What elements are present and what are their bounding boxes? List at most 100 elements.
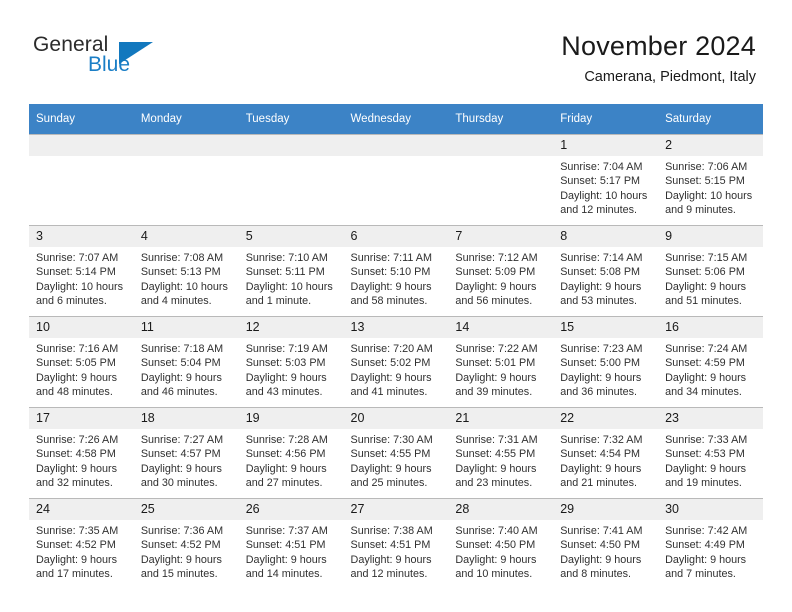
calendar-day-cell[interactable]: 16 Sunrise: 7:24 AM Sunset: 4:59 PM Dayligh…	[658, 316, 763, 408]
day-number: 8	[553, 226, 659, 247]
calendar-cell-inner: 1 Sunrise: 7:04 AM Sunset: 5:17 PM Daylight…	[553, 135, 659, 225]
sunrise-text: Sunrise: 7:04 AM	[560, 161, 643, 173]
calendar-day-cell[interactable]: 19 Sunrise: 7:28 AM Sunset: 4:56 PM Dayligh…	[238, 407, 344, 499]
day-number: 15	[553, 317, 659, 338]
calendar-day-cell[interactable]: 24 Sunrise: 7:35 AM Sunset: 4:52 PM Dayligh…	[29, 498, 134, 589]
sunset-text: Sunset: 4:51 PM	[350, 539, 431, 552]
calendar-day-cell[interactable]: 26 Sunrise: 7:37 AM Sunset: 4:51 PM Dayligh…	[238, 498, 344, 589]
title-block: November 2024 Camerana, Piedmont, Italy	[561, 30, 756, 87]
day-number: 29	[553, 499, 659, 520]
sunrise-text: Sunrise: 7:12 AM	[455, 252, 538, 264]
day-number: 14	[448, 317, 554, 338]
brand-logo[interactable]: General Blue	[33, 34, 173, 84]
calendar-cell-inner: 17 Sunrise: 7:26 AM Sunset: 4:58 PM Dayligh…	[29, 408, 134, 498]
daylight-text-line2: and 34 minutes.	[665, 385, 742, 398]
calendar-day-cell[interactable]: 23 Sunrise: 7:33 AM Sunset: 4:53 PM Dayligh…	[658, 407, 763, 499]
daylight-text-line1: Daylight: 10 hours	[560, 189, 648, 202]
calendar-day-cell[interactable]: 3 Sunrise: 7:07 AM Sunset: 5:14 PM Daylight…	[29, 225, 134, 317]
day-details: Sunrise: 7:06 AM Sunset: 5:15 PM Daylight:…	[658, 156, 763, 217]
day-details: Sunrise: 7:07 AM Sunset: 5:14 PM Daylight:…	[29, 247, 134, 308]
sunrise-text: Sunrise: 7:38 AM	[350, 525, 433, 537]
calendar-cell-inner: 28 Sunrise: 7:40 AM Sunset: 4:50 PM Dayligh…	[448, 499, 554, 589]
sunset-text: Sunset: 4:58 PM	[36, 448, 116, 461]
sunrise-text: Sunrise: 7:42 AM	[665, 525, 748, 537]
calendar-day-cell[interactable]: 21 Sunrise: 7:31 AM Sunset: 4:55 PM Dayligh…	[448, 407, 554, 499]
daylight-text-line2: and 27 minutes.	[245, 476, 323, 489]
calendar-day-cell[interactable]: 29 Sunrise: 7:41 AM Sunset: 4:50 PM Dayligh…	[553, 498, 659, 589]
calendar-day-cell[interactable]: 6 Sunrise: 7:11 AM Sunset: 5:10 PM Daylight…	[343, 225, 449, 317]
daylight-text-line2: and 12 minutes.	[350, 567, 428, 580]
calendar-day-cell[interactable]: 28 Sunrise: 7:40 AM Sunset: 4:50 PM Dayligh…	[448, 498, 554, 589]
calendar-week-row: 1 Sunrise: 7:04 AM Sunset: 5:17 PM Daylight…	[29, 134, 763, 226]
sunrise-text: Sunrise: 7:18 AM	[140, 343, 224, 355]
calendar-day-cell[interactable]: 11 Sunrise: 7:18 AM Sunset: 5:04 PM Dayligh…	[133, 316, 239, 408]
sunset-text: Sunset: 4:55 PM	[350, 448, 431, 461]
calendar-cell-inner: 19 Sunrise: 7:28 AM Sunset: 4:56 PM Dayligh…	[238, 408, 344, 498]
sunset-text: Sunset: 4:59 PM	[665, 357, 745, 370]
daylight-text-line2: and 48 minutes.	[36, 385, 113, 398]
sunrise-text: Sunrise: 7:27 AM	[140, 434, 224, 446]
calendar-day-cell[interactable]: 7 Sunrise: 7:12 AM Sunset: 5:09 PM Daylight…	[448, 225, 554, 317]
calendar-day-cell[interactable]: 13 Sunrise: 7:20 AM Sunset: 5:02 PM Dayligh…	[343, 316, 449, 408]
sunrise-text: Sunrise: 7:19 AM	[245, 343, 328, 355]
sunset-text: Sunset: 5:17 PM	[560, 175, 641, 188]
daylight-text-line1: Daylight: 9 hours	[36, 553, 118, 566]
daylight-text-line2: and 46 minutes.	[140, 385, 218, 398]
daylight-text-line2: and 14 minutes.	[245, 567, 323, 580]
daylight-text-line1: Daylight: 9 hours	[455, 371, 537, 384]
day-number: 27	[343, 499, 449, 520]
calendar-cell-inner: 4 Sunrise: 7:08 AM Sunset: 5:13 PM Daylight…	[133, 226, 239, 316]
calendar-day-cell[interactable]: 20 Sunrise: 7:30 AM Sunset: 4:55 PM Dayligh…	[343, 407, 449, 499]
sunrise-text: Sunrise: 7:20 AM	[350, 343, 433, 355]
calendar-day-cell[interactable]: 22 Sunrise: 7:32 AM Sunset: 4:54 PM Dayligh…	[553, 407, 659, 499]
calendar-day-cell[interactable]: 10 Sunrise: 7:16 AM Sunset: 5:05 PM Dayligh…	[29, 316, 134, 408]
daylight-text-line1: Daylight: 9 hours	[455, 462, 537, 475]
day-number	[238, 135, 344, 156]
day-number: 23	[658, 408, 763, 429]
day-details: Sunrise: 7:15 AM Sunset: 5:06 PM Daylight:…	[658, 247, 763, 308]
calendar-day-cell[interactable]: 12 Sunrise: 7:19 AM Sunset: 5:03 PM Dayligh…	[238, 316, 344, 408]
calendar-day-cell[interactable]: 18 Sunrise: 7:27 AM Sunset: 4:57 PM Dayligh…	[133, 407, 239, 499]
calendar-cell-inner	[448, 135, 554, 225]
calendar-cell-empty	[133, 134, 239, 226]
calendar-cell-inner: 13 Sunrise: 7:20 AM Sunset: 5:02 PM Dayligh…	[343, 317, 449, 407]
daylight-text-line2: and 17 minutes.	[36, 567, 113, 580]
calendar-cell-inner: 11 Sunrise: 7:18 AM Sunset: 5:04 PM Dayligh…	[133, 317, 239, 407]
daylight-text-line1: Daylight: 9 hours	[140, 371, 222, 384]
calendar-day-cell[interactable]: 5 Sunrise: 7:10 AM Sunset: 5:11 PM Daylight…	[238, 225, 344, 317]
sunrise-text: Sunrise: 7:30 AM	[350, 434, 433, 446]
calendar-cell-inner: 29 Sunrise: 7:41 AM Sunset: 4:50 PM Dayligh…	[553, 499, 659, 589]
calendar-day-cell[interactable]: 15 Sunrise: 7:23 AM Sunset: 5:00 PM Dayligh…	[553, 316, 659, 408]
daylight-text-line1: Daylight: 9 hours	[455, 553, 537, 566]
calendar-day-cell[interactable]: 4 Sunrise: 7:08 AM Sunset: 5:13 PM Daylight…	[133, 225, 239, 317]
day-details: Sunrise: 7:12 AM Sunset: 5:09 PM Daylight:…	[448, 247, 553, 308]
sunset-text: Sunset: 4:51 PM	[245, 539, 326, 552]
sunrise-text: Sunrise: 7:07 AM	[36, 252, 119, 264]
calendar-day-cell[interactable]: 25 Sunrise: 7:36 AM Sunset: 4:52 PM Dayligh…	[133, 498, 239, 589]
sunset-text: Sunset: 5:05 PM	[36, 357, 116, 370]
daylight-text-line2: and 23 minutes.	[455, 476, 533, 489]
calendar-day-cell[interactable]: 30 Sunrise: 7:42 AM Sunset: 4:49 PM Dayligh…	[658, 498, 763, 589]
calendar-day-cell[interactable]: 17 Sunrise: 7:26 AM Sunset: 4:58 PM Dayligh…	[29, 407, 134, 499]
weekday-header-thursday: Thursday	[448, 104, 554, 135]
calendar-cell-empty	[343, 134, 449, 226]
daylight-text-line2: and 9 minutes.	[665, 203, 736, 216]
daylight-text-line1: Daylight: 9 hours	[665, 462, 747, 475]
weekday-header-friday: Friday	[553, 104, 659, 135]
daylight-text-line2: and 10 minutes.	[455, 567, 533, 580]
calendar-day-cell[interactable]: 9 Sunrise: 7:15 AM Sunset: 5:06 PM Daylight…	[658, 225, 763, 317]
daylight-text-line1: Daylight: 9 hours	[36, 371, 118, 384]
daylight-text-line2: and 53 minutes.	[560, 294, 638, 307]
calendar-cell-inner: 12 Sunrise: 7:19 AM Sunset: 5:03 PM Dayligh…	[238, 317, 344, 407]
calendar-day-cell[interactable]: 1 Sunrise: 7:04 AM Sunset: 5:17 PM Daylight…	[553, 134, 659, 226]
day-number	[29, 135, 134, 156]
calendar-day-cell[interactable]: 2 Sunrise: 7:06 AM Sunset: 5:15 PM Daylight…	[658, 134, 763, 226]
calendar-day-cell[interactable]: 14 Sunrise: 7:22 AM Sunset: 5:01 PM Dayligh…	[448, 316, 554, 408]
sunset-text: Sunset: 5:06 PM	[665, 266, 745, 279]
calendar-day-cell[interactable]: 27 Sunrise: 7:38 AM Sunset: 4:51 PM Dayligh…	[343, 498, 449, 589]
daylight-text-line2: and 41 minutes.	[350, 385, 428, 398]
sunset-text: Sunset: 5:15 PM	[665, 175, 745, 188]
calendar-day-cell[interactable]: 8 Sunrise: 7:14 AM Sunset: 5:08 PM Daylight…	[553, 225, 659, 317]
day-number: 7	[448, 226, 554, 247]
page-header: General Blue November 2024 Camerana, Pie…	[0, 0, 792, 85]
